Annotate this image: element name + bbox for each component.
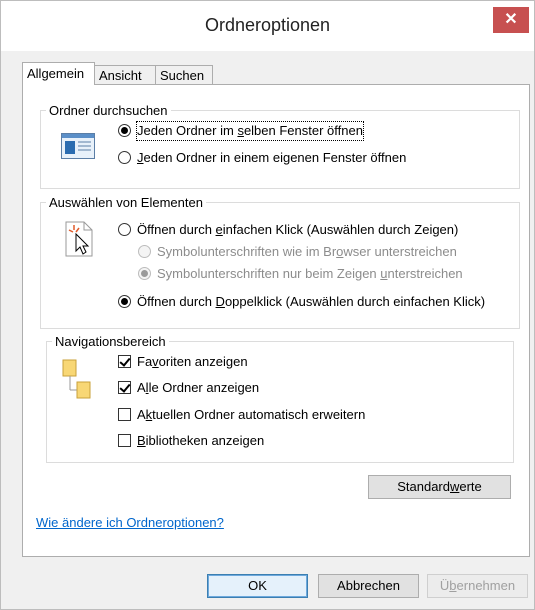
- radio-own-window-label: Jeden Ordner in einem eigenen Fenster öf…: [137, 150, 407, 165]
- radio-underline-hover-indicator: [138, 267, 151, 280]
- tab-panel-general: Ordner durchsuchen Jeden Ordner im selbe…: [22, 84, 530, 557]
- help-link[interactable]: Wie ändere ich Ordneroptionen?: [36, 515, 224, 530]
- browse-folders-group: Ordner durchsuchen Jeden Ordner im selbe…: [40, 103, 520, 189]
- tab-label: Allgemein: [27, 66, 85, 81]
- tab-allgemein[interactable]: Allgemein: [22, 62, 95, 85]
- radio-own-window-indicator[interactable]: [118, 151, 131, 164]
- tab-ansicht[interactable]: Ansicht: [94, 65, 156, 84]
- ok-button[interactable]: OK: [207, 574, 308, 598]
- radio-single-click-label: Öffnen durch einfachen Klick (Auswählen …: [137, 222, 459, 237]
- apply-button[interactable]: Übernehmen: [427, 574, 528, 598]
- browse-folders-legend: Ordner durchsuchen: [46, 103, 171, 118]
- checkbox-favorites-box[interactable]: [118, 355, 131, 368]
- select-items-legend: Auswählen von Elementen: [46, 195, 206, 210]
- pointer-click-icon: [65, 221, 93, 257]
- folder-window-icon: [61, 133, 95, 159]
- tab-suchen[interactable]: Suchen: [155, 65, 213, 84]
- navigation-pane-icon: [62, 359, 91, 399]
- radio-same-window-indicator[interactable]: [118, 124, 131, 137]
- checkbox-favorites-label: Favoriten anzeigen: [137, 354, 248, 369]
- close-icon: ✕: [504, 11, 518, 28]
- checkbox-libraries-box[interactable]: [118, 434, 131, 447]
- select-items-group: Auswählen von Elementen Öffnen durch ein…: [40, 195, 520, 329]
- navigation-pane-group: Navigationsbereich Favoriten anzeigen Al…: [46, 334, 514, 463]
- window-title: Ordneroptionen: [204, 15, 331, 35]
- checkbox-expand-folder-box[interactable]: [118, 408, 131, 421]
- cancel-button[interactable]: Abbrechen: [318, 574, 419, 598]
- restore-defaults-button[interactable]: Standardwerte: [368, 475, 511, 499]
- radio-double-click-indicator[interactable]: [118, 295, 131, 308]
- title-bar[interactable]: Ordneroptionen ✕: [1, 1, 534, 51]
- navigation-pane-legend: Navigationsbereich: [52, 334, 169, 349]
- checkbox-all-folders-label: Alle Ordner anzeigen: [137, 380, 260, 395]
- close-button[interactable]: ✕: [493, 7, 529, 33]
- tab-label: Suchen: [160, 68, 205, 83]
- radio-underline-browser-indicator: [138, 245, 151, 258]
- radio-single-click-indicator[interactable]: [118, 223, 131, 236]
- radio-same-window-label: Jeden Ordner im selben Fenster öffnen: [136, 121, 364, 141]
- radio-underline-hover-label: Symbolunterschriften nur beim Zeigen unt…: [157, 266, 463, 281]
- radio-double-click-label: Öffnen durch Doppelklick (Auswählen durc…: [137, 294, 486, 309]
- checkbox-all-folders-box[interactable]: [118, 381, 131, 394]
- tab-label: Ansicht: [99, 68, 142, 83]
- checkbox-libraries-label: Bibliotheken anzeigen: [137, 433, 265, 448]
- radio-underline-browser-label: Symbolunterschriften wie im Browser unte…: [157, 244, 457, 259]
- checkbox-expand-folder-label: Aktuellen Ordner automatisch erweitern: [137, 407, 366, 422]
